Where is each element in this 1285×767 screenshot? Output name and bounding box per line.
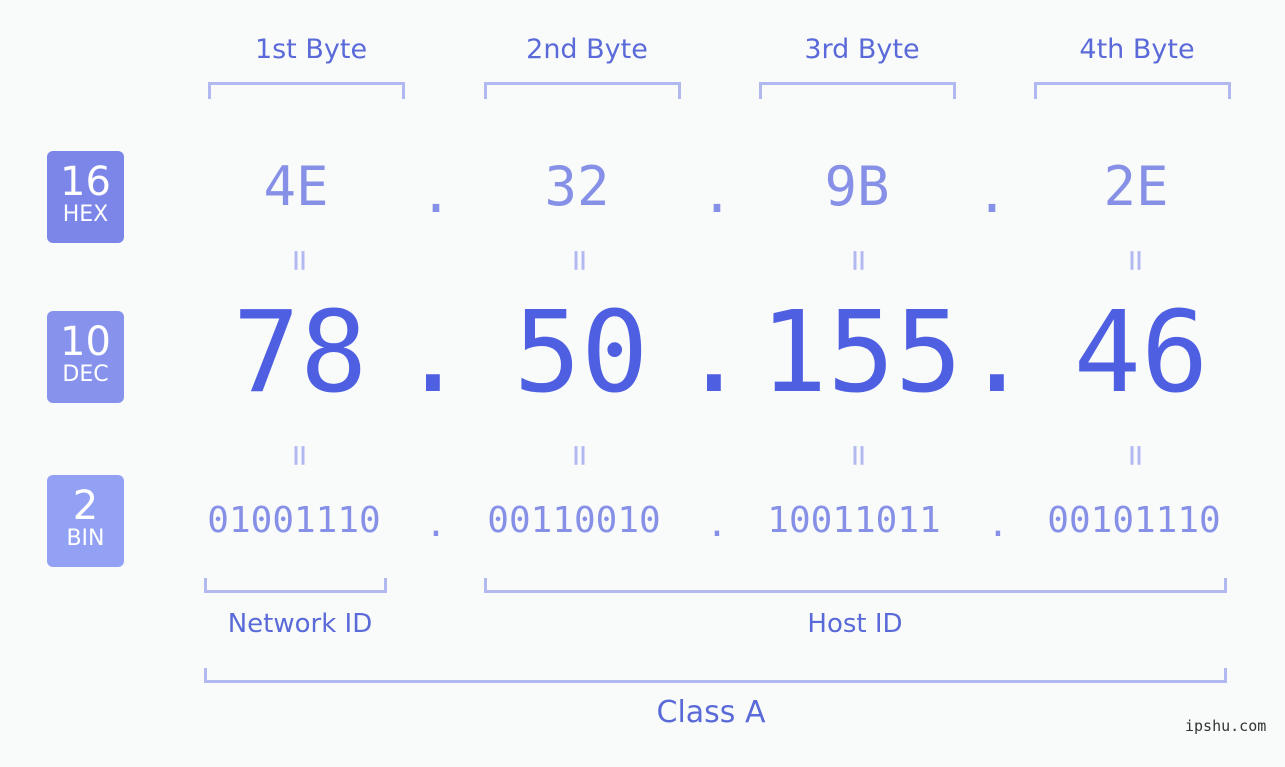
equals-hex-dec-3: = — [838, 249, 880, 272]
bin-value-4: 00101110 — [1047, 500, 1221, 541]
equals-hex-dec-2: = — [559, 249, 601, 272]
byte-bracket-4 — [1034, 82, 1231, 99]
equals-dec-bin-3: = — [838, 444, 880, 467]
byte-header-4: 4th Byte — [1079, 34, 1195, 65]
network-id-label: Network ID — [227, 609, 373, 639]
bin-value-2: 00110010 — [487, 500, 661, 541]
hex-badge: 16 HEX — [47, 151, 124, 243]
host-id-label: Host ID — [807, 609, 903, 639]
hex-value-1: 4E — [263, 155, 329, 218]
dec-separator-2: . — [680, 288, 748, 418]
hex-value-3: 9B — [824, 155, 890, 218]
network-id-bracket — [204, 578, 387, 593]
class-bracket — [204, 668, 1227, 683]
hex-separator-3: . — [975, 162, 1009, 225]
equals-hex-dec-1: = — [279, 249, 321, 272]
bin-badge-label: BIN — [66, 526, 105, 551]
dec-value-3: 155 — [760, 288, 963, 418]
dec-separator-3: . — [963, 288, 1031, 418]
hex-badge-label: HEX — [62, 202, 109, 227]
bin-badge: 2 BIN — [47, 475, 124, 567]
dec-badge-label: DEC — [62, 362, 109, 387]
equals-dec-bin-2: = — [559, 444, 601, 467]
bin-value-1: 01001110 — [207, 500, 381, 541]
bin-value-3: 10011011 — [767, 500, 941, 541]
hex-separator-2: . — [700, 162, 734, 225]
hex-value-4: 2E — [1103, 155, 1169, 218]
hex-badge-number: 16 — [60, 159, 111, 205]
dec-badge-number: 10 — [60, 319, 111, 365]
byte-bracket-1 — [208, 82, 405, 99]
host-id-bracket — [484, 578, 1227, 593]
hex-separator-1: . — [419, 162, 453, 225]
dec-value-1: 78 — [232, 288, 368, 418]
bin-badge-number: 2 — [72, 483, 99, 529]
watermark: ipshu.com — [1185, 717, 1267, 735]
class-label: Class A — [656, 695, 766, 730]
byte-header-2: 2nd Byte — [526, 34, 648, 65]
equals-dec-bin-4: = — [1115, 444, 1157, 467]
byte-bracket-3 — [759, 82, 956, 99]
byte-header-3: 3rd Byte — [804, 34, 920, 65]
dec-value-2: 50 — [513, 288, 649, 418]
equals-dec-bin-1: = — [279, 444, 321, 467]
dec-value-4: 46 — [1073, 288, 1209, 418]
dec-badge: 10 DEC — [47, 311, 124, 403]
byte-bracket-2 — [484, 82, 681, 99]
byte-header-1: 1st Byte — [254, 34, 368, 65]
hex-value-2: 32 — [544, 155, 610, 218]
dec-separator-1: . — [399, 288, 467, 418]
equals-hex-dec-4: = — [1115, 249, 1157, 272]
